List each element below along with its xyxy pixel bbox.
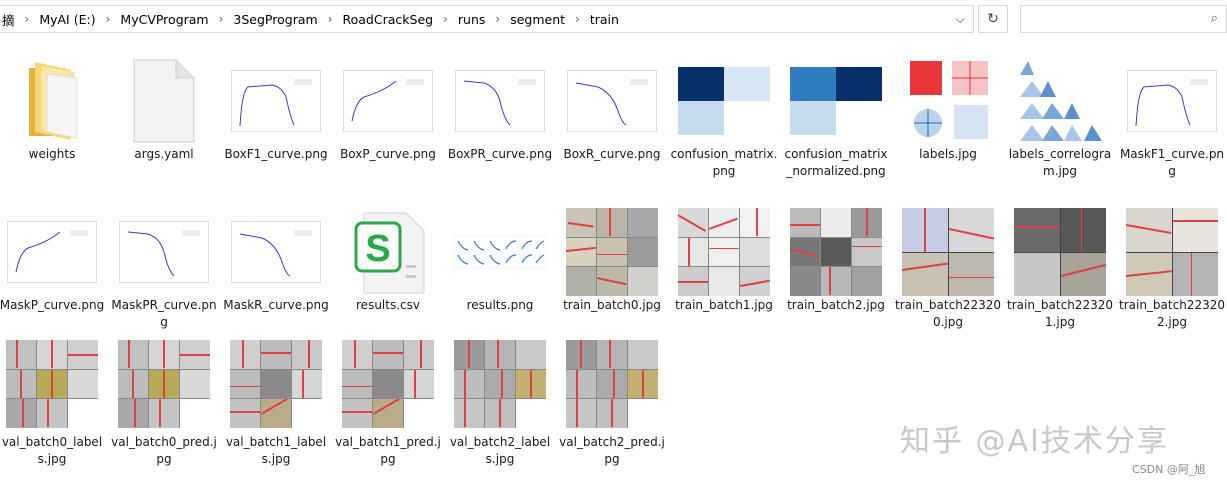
curve-thumbnail [112,203,216,301]
refresh-icon: ↻ [987,11,999,27]
file-name: MaskF1_curve.png [1119,147,1225,178]
image-thumbnail [336,340,440,428]
breadcrumb-item[interactable]: RoadCrackSeg [340,12,437,27]
file-name: BoxPR_curve.png [447,147,553,161]
correlogram-thumbnail [1008,52,1112,150]
refresh-button[interactable]: ↻ [978,5,1008,33]
breadcrumb-item[interactable]: MyCVProgram [117,12,211,27]
curve-thumbnail [560,52,664,150]
curve-thumbnail [224,52,328,150]
file-name: train_batch223202.jpg [1119,298,1225,329]
image-thumbnail [784,203,888,301]
file-name: val_batch1_pred.jpg [335,435,441,466]
file-name: val_batch2_labels.jpg [449,435,551,466]
image-thumbnail [1120,203,1224,301]
image-thumbnail [448,340,552,428]
chevron-right-icon: › [575,12,580,26]
breadcrumb-item[interactable]: train [587,12,622,27]
breadcrumb-item[interactable]: runs [455,12,489,27]
file-name: BoxF1_curve.png [224,147,328,161]
file-name: weights [28,147,76,161]
chevron-down-icon[interactable]: ⌵ [947,6,973,32]
results-thumbnail [448,203,552,301]
spreadsheet-icon: S [336,203,440,301]
file-name: BoxP_curve.png [340,147,436,161]
file-name: confusion_matrix.png [670,147,778,178]
breadcrumb-item[interactable]: MyAI (E:) [36,12,98,27]
file-name: args.yaml [134,147,194,161]
file-name: confusion_matrix_normalized.png [784,147,888,178]
file-name: labels.jpg [919,147,977,161]
zhihu-watermark: 知乎 @AI技术分享 [900,424,1169,459]
labels-thumbnail [896,52,1000,150]
matrix-thumbnail [672,52,776,150]
address-bar[interactable]: 摘 › MyAI (E:) › MyCVProgram › 3SegProgra… [0,5,974,33]
file-name: MaskP_curve.png [0,298,105,312]
folder-icon [0,52,104,150]
search-input[interactable]: ⌕ [1020,5,1227,33]
file-name: BoxR_curve.png [563,147,661,161]
file-name: results.png [466,298,534,312]
file-name: val_batch0_pred.jpg [111,435,217,466]
breadcrumb-item[interactable]: segment [507,12,568,27]
document-icon [112,52,216,150]
breadcrumb-item[interactable]: 摘 [0,10,18,29]
curve-thumbnail [1120,52,1224,150]
file-name: val_batch0_labels.jpg [1,435,103,466]
image-thumbnail [0,340,104,428]
file-name: train_batch223201.jpg [1007,298,1113,329]
search-icon: ⌕ [1210,11,1218,26]
image-thumbnail [560,203,664,301]
curve-thumbnail [0,203,104,301]
image-thumbnail [672,203,776,301]
file-name: train_batch223200.jpg [895,298,1001,329]
breadcrumb-item[interactable]: 3SegProgram [230,12,320,27]
file-name: MaskPR_curve.png [111,298,217,329]
image-thumbnail [896,203,1000,301]
matrix-thumbnail [784,52,888,150]
chevron-right-icon: › [495,12,501,26]
navigation-bar: 摘 › MyAI (E:) › MyCVProgram › 3SegProgra… [0,0,1227,38]
chevron-right-icon: › [218,12,224,26]
chevron-right-icon: › [327,12,333,26]
file-name: MaskR_curve.png [223,298,329,312]
file-name: val_batch1_labels.jpg [225,435,327,466]
csdn-watermark: CSDN @阿_旭 [1132,463,1206,476]
curve-thumbnail [224,203,328,301]
file-name: train_batch1.jpg [675,298,773,312]
chevron-right-icon: › [24,12,30,26]
image-thumbnail [560,340,664,428]
file-name: train_batch2.jpg [787,298,885,312]
svg-text:S: S [365,228,390,270]
image-thumbnail [112,340,216,428]
chevron-right-icon: › [105,12,111,26]
file-name: labels_correlogram.jpg [1008,147,1112,178]
image-thumbnail [1008,203,1112,301]
chevron-right-icon: › [443,12,448,26]
file-name: val_batch2_pred.jpg [559,435,665,466]
file-name: train_batch0.jpg [563,298,661,312]
file-name: results.csv [356,298,420,312]
curve-thumbnail [336,52,440,150]
curve-thumbnail [448,52,552,150]
image-thumbnail [224,340,328,428]
